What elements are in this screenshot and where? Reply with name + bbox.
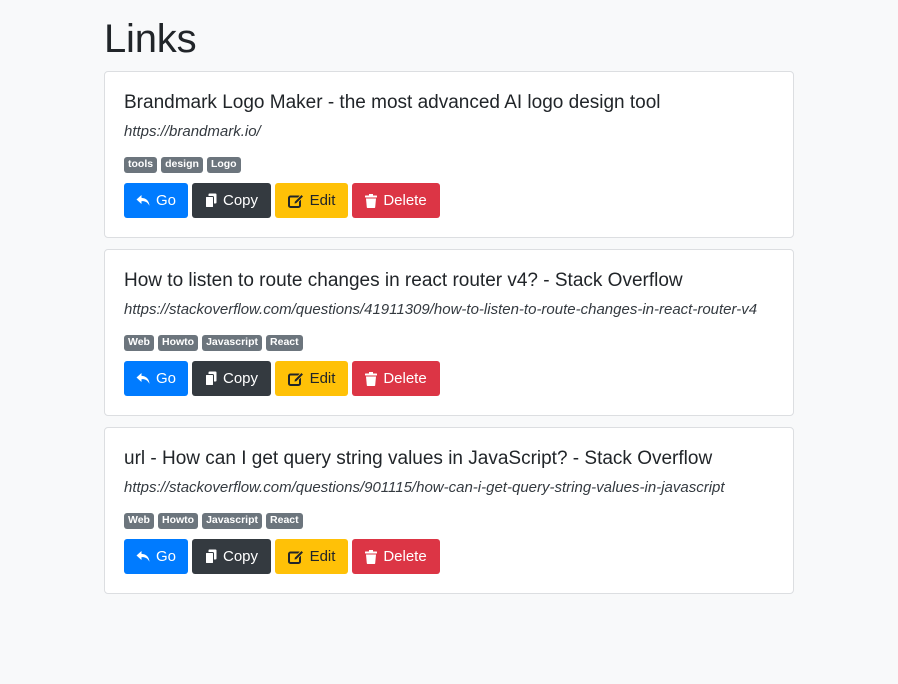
tag-badge: Howto [157,513,199,529]
go-button[interactable]: Go [124,539,188,574]
links-page: Links Brandmark Logo Maker - the most ad… [104,0,794,605]
edit-button-label: Edit [309,370,336,387]
delete-button-label: Delete [383,370,427,387]
delete-button[interactable]: Delete [352,539,440,574]
copy-button-label: Copy [222,548,259,565]
edit-button[interactable]: Edit [275,183,348,218]
tag-list: tools design Logo [124,157,774,173]
copy-button[interactable]: Copy [192,183,271,218]
trash-icon [365,371,378,386]
link-actions: Go Copy Edit Delete [124,361,774,396]
link-actions: Go Copy Edit Delete [124,183,774,218]
tag-badge: Howto [157,335,199,351]
link-url: https://stackoverflow.com/questions/4191… [124,301,758,318]
tag-badge: Logo [206,157,241,173]
tag-badge: design [161,157,203,173]
delete-button-label: Delete [383,548,427,565]
go-button[interactable]: Go [124,361,188,396]
edit-icon [287,371,304,386]
tag-list: Web Howto Javascript React [124,513,774,529]
link-card: How to listen to route changes in react … [104,249,794,416]
page-title: Links [104,17,197,61]
go-button[interactable]: Go [124,183,188,218]
reply-arrow-icon [136,550,150,563]
go-button-label: Go [156,192,177,209]
trash-icon [365,549,378,564]
copy-icon [204,549,217,564]
trash-icon [365,193,378,208]
edit-button-label: Edit [309,192,336,209]
link-card: url - How can I get query string values … [104,427,794,594]
edit-button-label: Edit [309,548,336,565]
reply-arrow-icon [136,372,150,385]
edit-icon [287,549,304,564]
copy-button-label: Copy [222,192,259,209]
tag-badge: React [266,335,303,351]
tag-badge: Web [124,335,154,351]
link-title: url - How can I get query string values … [124,448,713,469]
edit-button[interactable]: Edit [275,539,348,574]
delete-button[interactable]: Delete [352,361,440,396]
edit-button[interactable]: Edit [275,361,348,396]
copy-icon [204,371,217,386]
tag-badge: Javascript [202,335,263,351]
tag-badge: tools [124,157,158,173]
link-card: Brandmark Logo Maker - the most advanced… [104,71,794,238]
copy-button[interactable]: Copy [192,361,271,396]
copy-icon [204,193,217,208]
tag-badge: Web [124,513,154,529]
tag-list: Web Howto Javascript React [124,335,774,351]
delete-button-label: Delete [383,192,427,209]
link-title: Brandmark Logo Maker - the most advanced… [124,92,661,113]
link-url: https://brandmark.io/ [124,123,261,140]
delete-button[interactable]: Delete [352,183,440,218]
link-url: https://stackoverflow.com/questions/9011… [124,479,725,496]
go-button-label: Go [156,548,177,565]
reply-arrow-icon [136,194,150,207]
link-actions: Go Copy Edit Delete [124,539,774,574]
copy-button-label: Copy [222,370,259,387]
tag-badge: Javascript [202,513,263,529]
edit-icon [287,193,304,208]
go-button-label: Go [156,370,177,387]
tag-badge: React [266,513,303,529]
link-title: How to listen to route changes in react … [124,270,683,291]
copy-button[interactable]: Copy [192,539,271,574]
